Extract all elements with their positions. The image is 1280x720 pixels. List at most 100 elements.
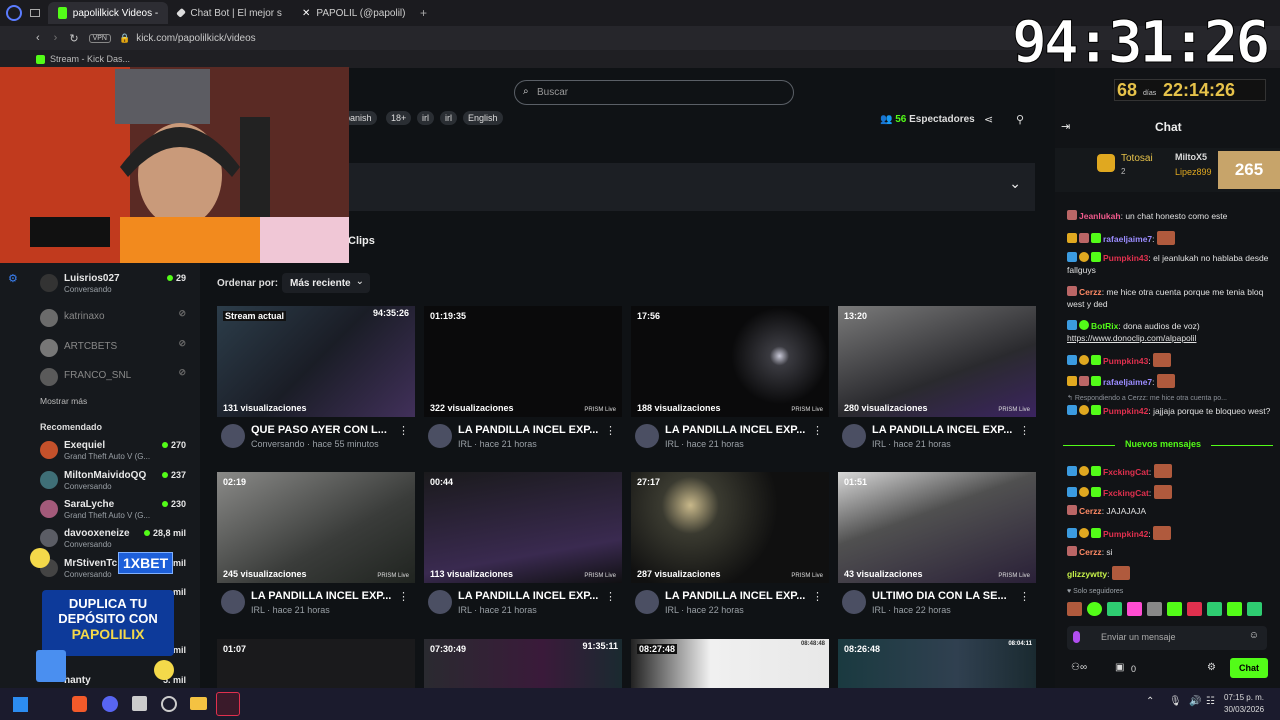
video-thumbnail[interactable]: 08:27:48 08:48:48 [631,639,829,688]
tab-clips[interactable]: Clips [348,235,375,247]
file-explorer-icon[interactable] [190,697,207,710]
search-input[interactable]: Buscar [537,87,568,98]
vpn-badge[interactable]: VPN [88,33,111,43]
new-tab-button[interactable]: + [420,6,427,20]
emote-icon[interactable] [1067,602,1082,616]
bookmark-item[interactable]: Stream - Kick Das... [50,54,130,64]
chat-settings-icon[interactable]: ⚙ [1207,662,1216,673]
chat-username[interactable]: Pumpkin42 [1103,529,1148,539]
video-thumbnail[interactable]: 00:44 113 visualizaciones PRISM Live [424,472,622,583]
share-icon[interactable]: ⋖ [984,113,993,126]
chat-input[interactable]: Enviar un mensaje ☺ [1067,626,1267,650]
obs-icon[interactable] [161,696,177,712]
tab-x[interactable]: ✕ PAPOLIL (@papolil) / X [292,2,416,24]
more-options-icon[interactable]: ⋮ [605,590,616,603]
video-thumbnail[interactable]: 02:19 245 visualizaciones PRISM Live [217,472,415,583]
chat-username[interactable]: Cerzz [1079,547,1102,557]
windows-start-icon[interactable] [13,697,28,712]
video-title[interactable]: LA PANDILLA INCEL EXP... [872,424,1012,436]
tab-kick[interactable]: papolilkick Videos - Watch [48,2,168,24]
sidebar-item-following[interactable]: katrinaxo ⊘ [40,308,190,336]
chat-username[interactable]: BotRix [1091,321,1118,331]
chat-username[interactable]: FxckingCat [1103,467,1149,477]
volume-icon[interactable]: 🔊 [1189,696,1201,707]
sidebar-item-recommended[interactable]: MiltonMaividoQQ Conversando 237 [40,470,190,498]
more-options-icon[interactable]: ⋮ [398,590,409,603]
video-thumbnail[interactable]: 07:30:49 91:35:11 [424,639,622,688]
emote-icon[interactable] [1107,602,1122,616]
video-title[interactable]: LA PANDILLA INCEL EXP... [665,424,805,436]
sidebar-item-recommended[interactable]: Exequiel Grand Theft Auto V (G... 270 [40,440,190,468]
video-card[interactable]: 17:56 188 visualizaciones PRISM Live LA … [631,306,829,449]
video-thumbnail[interactable]: 01:19:35 322 visualizaciones PRISM Live [424,306,622,417]
video-thumbnail[interactable]: 01:51 43 visualizaciones PRISM Live [838,472,1036,583]
chat-username[interactable]: Pumpkin43 [1103,356,1148,366]
video-title[interactable]: LA PANDILLA INCEL EXP... [665,590,805,602]
video-card[interactable]: 01:51 43 visualizaciones PRISM Live ULTI… [838,472,1036,615]
video-card[interactable]: 00:44 113 visualizaciones PRISM Live LA … [424,472,622,615]
sidebar-settings-icon[interactable]: ⚙ [8,272,18,285]
sidebar-item-recommended[interactable]: SaraLyche Grand Theft Auto V (G... 230 [40,499,190,527]
video-card[interactable]: 02:19 245 visualizaciones PRISM Live LA … [217,472,415,615]
network-icon[interactable]: ☷ [1206,696,1215,707]
video-card[interactable]: Stream actual 94:35:26 131 visualizacion… [217,306,415,449]
emote-icon[interactable] [1207,602,1222,616]
clock-date[interactable]: 30/03/2026 [1224,705,1264,714]
chat-link[interactable]: https://www.donoclip.com/alpapolil [1067,333,1196,343]
tab-list-icon[interactable] [30,9,40,17]
video-title[interactable]: LA PANDILLA INCEL EXP... [251,590,391,602]
emote-icon[interactable] [1227,602,1242,616]
chat-username[interactable]: FxckingCat [1103,488,1149,498]
emote-icon[interactable] [1187,602,1202,616]
opera-gx-icon[interactable] [216,692,240,716]
chat-username[interactable]: Jeanlukah [1079,211,1121,221]
collapse-chat-icon[interactable]: ⇥ [1061,120,1070,133]
emote-icon[interactable] [1167,602,1182,616]
more-options-icon[interactable]: ⋮ [1019,424,1030,437]
emote-icon[interactable] [1147,602,1162,616]
tray-chevron-icon[interactable]: ⌃ [1146,696,1154,707]
send-chat-button[interactable]: Chat [1230,658,1268,678]
forward-icon[interactable]: › [54,32,58,44]
video-card[interactable]: 01:19:35 322 visualizaciones PRISM Live … [424,306,622,449]
emoji-icon[interactable]: ☺ [1249,630,1259,641]
clock-time[interactable]: 07:15 p. m. [1224,693,1264,702]
more-options-icon[interactable]: ⋮ [812,424,823,437]
url-field[interactable]: kick.com/papolilkick/videos [136,33,256,44]
video-thumbnail[interactable]: 13:20 280 visualizaciones PRISM Live [838,306,1036,417]
sidebar-item-following[interactable]: FRANCO_SNL ⊘ [40,367,190,395]
back-icon[interactable]: ‹ [36,32,40,44]
more-options-icon[interactable]: ⋮ [812,590,823,603]
emote-icon[interactable] [1127,602,1142,616]
mic-icon[interactable] [1073,631,1080,643]
chat-username[interactable]: Cerzz [1079,506,1102,516]
video-title[interactable]: QUE PASO AYER CON L... [251,424,387,436]
tag-pill[interactable]: irl [417,111,434,125]
discord-icon[interactable] [102,696,118,712]
tab-chatbot[interactable]: Chat Bot | El mejor softwa [168,2,292,24]
mic-tray-icon[interactable]: 🎙 [1169,696,1182,707]
emote-icon[interactable] [1087,602,1102,616]
search-bar[interactable]: ⌕ Buscar [514,80,794,105]
chat-username[interactable]: Pumpkin43 [1103,253,1148,263]
sort-dropdown[interactable]: Más reciente ⌄ [282,273,370,293]
video-thumbnail[interactable]: 27:17 287 visualizaciones PRISM Live [631,472,829,583]
tag-pill[interactable]: English [463,111,503,125]
video-title[interactable]: LA PANDILLA INCEL EXP... [458,590,598,602]
video-title[interactable]: LA PANDILLA INCEL EXP... [458,424,598,436]
tag-pill[interactable]: irl [440,111,457,125]
video-thumbnail[interactable]: 01:07 [217,639,415,688]
sidebar-item-following[interactable]: ARTCBETS ⊘ [40,338,190,366]
chat-username[interactable]: Pumpkin42 [1103,406,1148,416]
points-icon[interactable]: ⚇∞ [1071,662,1087,673]
more-options-icon[interactable]: ⋮ [1019,590,1030,603]
reload-icon[interactable]: ↻ [69,32,78,45]
show-more-link[interactable]: Mostrar más [40,396,87,406]
chat-username[interactable]: rafaeljaime7 [1103,377,1152,387]
chevron-down-icon[interactable]: ⌄ [1009,175,1021,192]
chat-username[interactable]: rafaeljaime7 [1103,234,1152,244]
brave-icon[interactable] [72,696,87,712]
about-panel[interactable]: ⌄ [349,163,1035,211]
emote-icon[interactable] [1247,602,1262,616]
sidebar-item-following[interactable]: Luisrios027 Conversando 29 [40,273,190,301]
